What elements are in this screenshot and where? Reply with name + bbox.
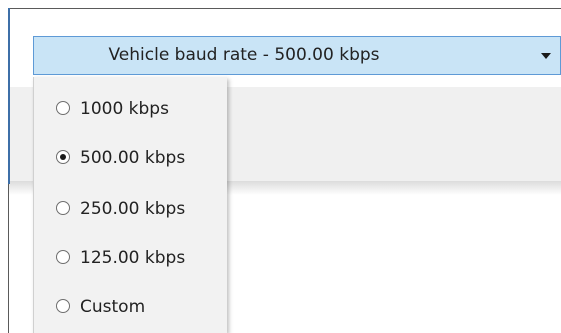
menu-item-label: Custom	[80, 297, 146, 317]
panel-accent-border	[8, 8, 10, 184]
baud-rate-menu: 1000 kbps 500.00 kbps 250.00 kbps 125.00…	[33, 77, 227, 333]
menu-item-label: 1000 kbps	[80, 99, 169, 119]
radio-button[interactable]	[56, 150, 70, 164]
menu-item-label: 250.00 kbps	[80, 199, 186, 219]
menu-item-1000-kbps[interactable]: 1000 kbps	[34, 91, 228, 127]
menu-item-500-kbps[interactable]: 500.00 kbps	[34, 140, 228, 176]
radio-button[interactable]	[56, 201, 70, 215]
chevron-down-icon[interactable]	[541, 53, 551, 59]
radio-button[interactable]	[56, 299, 70, 313]
baud-rate-dropdown[interactable]: Vehicle baud rate - 500.00 kbps	[33, 36, 561, 75]
menu-item-label: 500.00 kbps	[80, 148, 186, 168]
radio-button[interactable]	[56, 250, 70, 264]
radio-button[interactable]	[56, 101, 70, 115]
baud-rate-dropdown-label: Vehicle baud rate - 500.00 kbps	[108, 45, 380, 65]
radio-selected-dot	[60, 154, 66, 160]
menu-item-125-kbps[interactable]: 125.00 kbps	[34, 240, 228, 276]
menu-item-label: 125.00 kbps	[80, 248, 186, 268]
menu-item-250-kbps[interactable]: 250.00 kbps	[34, 191, 228, 227]
menu-item-custom[interactable]: Custom	[34, 289, 228, 325]
